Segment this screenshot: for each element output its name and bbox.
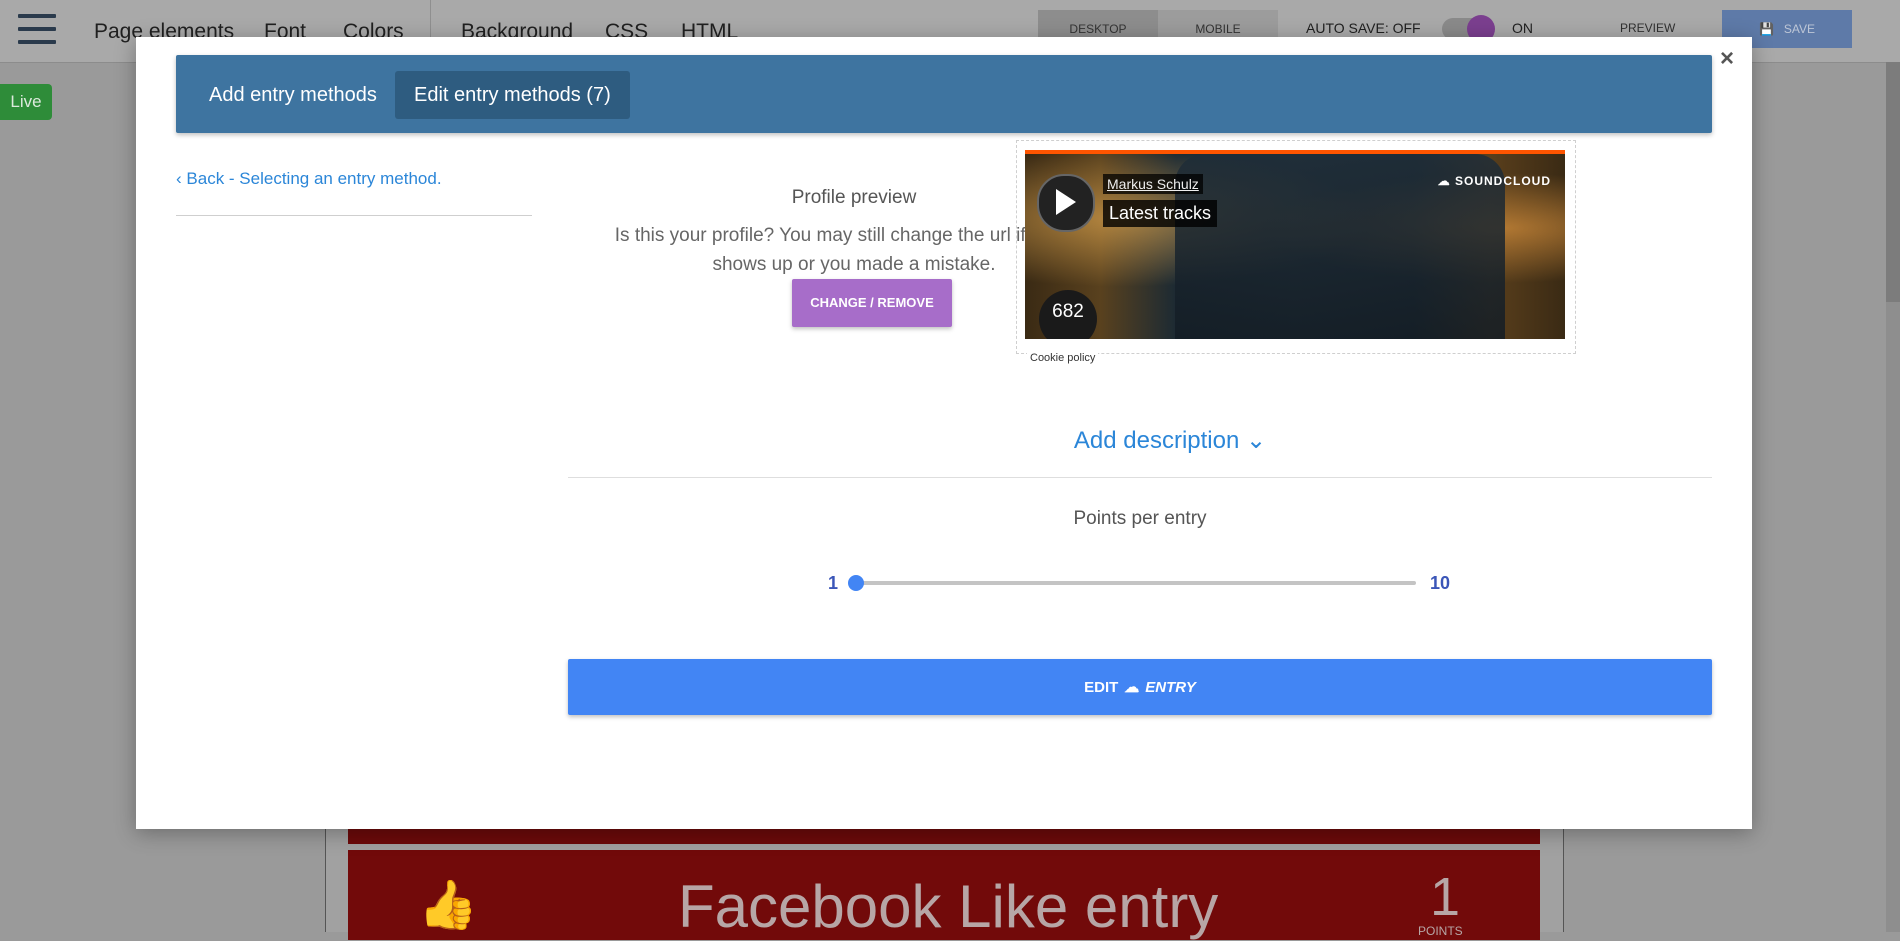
change-remove-button[interactable]: CHANGE / REMOVE <box>792 279 952 327</box>
scrollbar-thumb[interactable] <box>1886 62 1900 302</box>
soundcloud-embed[interactable]: Markus Schulz Latest tracks ☁ SOUNDCLOUD… <box>1025 150 1565 339</box>
edit-label: EDIT <box>1084 678 1119 696</box>
save-label: SAVE <box>1783 22 1816 36</box>
section-divider <box>568 477 1712 478</box>
slider-handle[interactable] <box>848 575 864 591</box>
slider-min-label: 1 <box>828 573 839 593</box>
slider-max-label: 10 <box>1430 573 1451 593</box>
entry-label: ENTRY <box>1145 678 1196 696</box>
add-description-toggle[interactable]: Add description ⌄ <box>900 426 1440 455</box>
track-count: 682 <box>1039 290 1097 339</box>
cloud-icon: ☁ <box>1124 679 1140 696</box>
entry-points-label: POINTS <box>1418 924 1463 938</box>
track-title: Latest tracks <box>1103 200 1218 227</box>
preview-button[interactable]: PREVIEW <box>1620 21 1675 35</box>
tab-add-entry-methods[interactable]: Add entry methods <box>190 71 396 119</box>
entry-title: Facebook Like entry <box>678 873 1219 940</box>
autosave-label: AUTO SAVE: OFF <box>1306 20 1421 36</box>
modal-tab-bar: Add entry methods Edit entry methods (7) <box>176 55 1712 133</box>
menu-icon[interactable] <box>18 14 56 46</box>
entry-points: 1 <box>1430 867 1461 927</box>
chevron-down-icon: ⌄ <box>1246 427 1267 454</box>
toggle-on-label: ON <box>1512 20 1533 36</box>
back-link-label: Back - Selecting an entry method. <box>186 169 442 188</box>
thumbs-up-icon: 👍 <box>418 879 478 932</box>
points-slider[interactable] <box>856 581 1416 585</box>
live-badge: Live <box>0 84 52 120</box>
save-icon: 💾 <box>1758 22 1784 36</box>
play-button[interactable] <box>1037 174 1095 232</box>
profile-preview-title: Profile preview <box>791 187 917 208</box>
soundcloud-brand: SOUNDCLOUD <box>1455 174 1551 188</box>
points-per-entry-title: Points per entry <box>1073 508 1207 529</box>
chevron-left-icon: ‹ <box>176 169 182 188</box>
play-icon <box>1056 189 1076 215</box>
background-entry-facebook-like: 👍 Facebook Like entry 1 POINTS <box>348 850 1540 940</box>
add-description-label: Add description <box>1073 427 1240 454</box>
artist-link[interactable]: Markus Schulz <box>1103 174 1203 194</box>
divider <box>176 215 532 216</box>
cloud-icon: ☁ <box>1437 174 1451 188</box>
edit-entry-button[interactable]: EDIT ☁ ENTRY <box>568 659 1712 715</box>
soundcloud-logo[interactable]: ☁ SOUNDCLOUD <box>1438 174 1551 188</box>
back-link[interactable]: ‹ Back - Selecting an entry method. <box>176 169 442 189</box>
cookie-policy-link[interactable]: Cookie policy <box>1027 351 1099 365</box>
close-icon[interactable]: × <box>1720 45 1734 73</box>
tab-edit-entry-methods[interactable]: Edit entry methods (7) <box>395 71 630 119</box>
